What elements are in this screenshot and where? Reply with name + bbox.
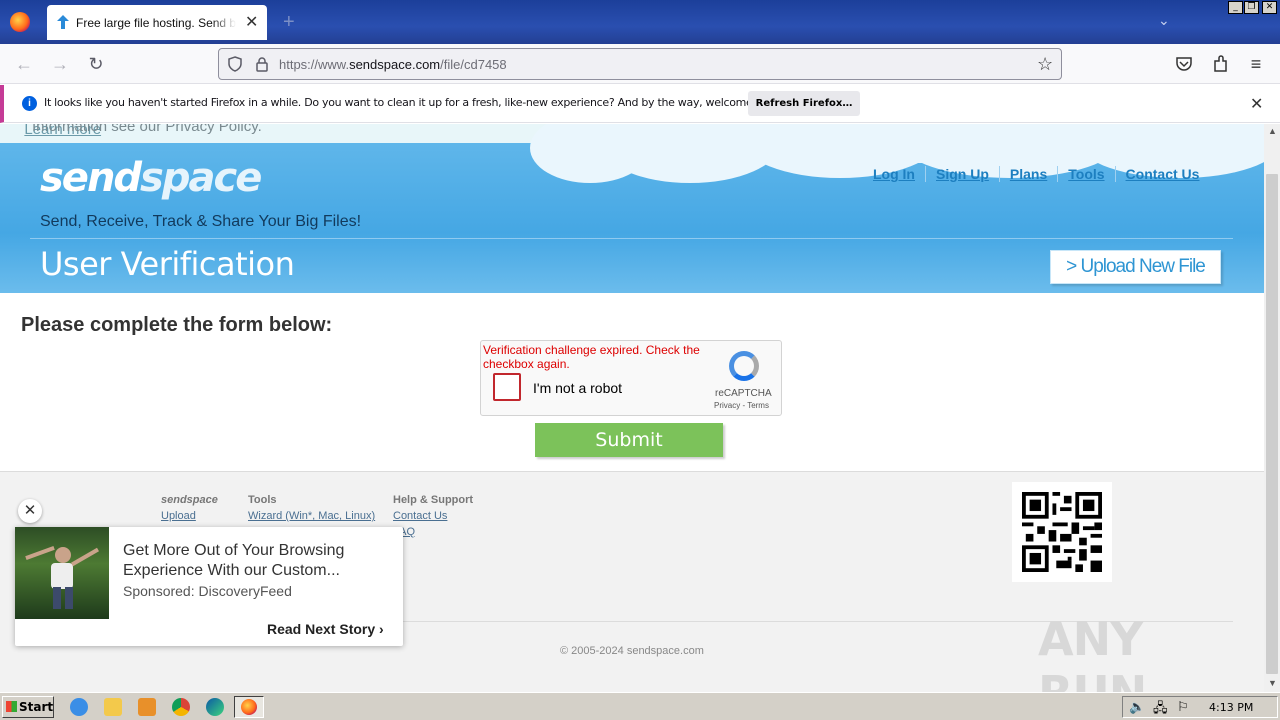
recaptcha-privacy-terms-link[interactable]: Privacy - Terms (714, 401, 769, 410)
recaptcha-brand: reCAPTCHA (715, 388, 772, 399)
cloud-decoration (560, 124, 1260, 163)
firefox-icon (241, 699, 257, 715)
ad-close-icon[interactable]: ✕ (18, 499, 42, 523)
chrome-icon[interactable] (172, 698, 190, 716)
submit-button[interactable]: Submit (535, 423, 723, 457)
footer-heading: Help & Support (393, 494, 474, 506)
recaptcha-logo-icon (729, 351, 759, 381)
ad-person-arm (71, 547, 99, 567)
copyright: © 2005-2024 sendspace.com (560, 645, 704, 657)
upload-arrow-icon (57, 15, 69, 29)
captcha-label: I'm not a robot (533, 380, 623, 396)
close-window-icon[interactable]: ✕ (1262, 1, 1277, 14)
tools-link[interactable]: Tools (1068, 166, 1116, 182)
tab-active[interactable]: Free large file hosting. Send big file ✕ (47, 5, 267, 40)
refresh-firefox-button[interactable]: Refresh Firefox… (748, 91, 860, 116)
extensions-icon[interactable] (1212, 55, 1230, 73)
ad-image (15, 527, 109, 619)
footer-wizard-link[interactable]: Wizard (Win*, Mac, Linux) (248, 509, 375, 523)
page-title: User Verification (40, 245, 295, 283)
info-icon: i (22, 96, 37, 111)
volume-icon[interactable]: 🔈 (1129, 699, 1145, 715)
footer-col-help: Help & Support Contact Us FAQ (393, 494, 473, 541)
pocket-icon[interactable] (1175, 56, 1193, 72)
system-tray: 🔈 🖧 ⚐ 4:13 PM (1122, 696, 1278, 718)
anyrun-watermark: ANY RUN (1038, 612, 1147, 692)
footer-heading: Tools (248, 494, 277, 506)
minimize-window-icon[interactable]: _ (1228, 1, 1243, 14)
scrollbar-thumb[interactable] (1266, 174, 1278, 674)
tab-title: Free large file hosting. Send big file (76, 16, 236, 30)
footer-col-sendspace: sendspace Upload (161, 494, 218, 525)
reload-icon[interactable]: ↻ (86, 54, 106, 74)
form-heading: Please complete the form below: (21, 314, 333, 336)
login-link[interactable]: Log In (873, 166, 926, 182)
recaptcha-widget: Verification challenge expired. Check th… (480, 340, 782, 416)
notification-bar: i It looks like you haven't started Fire… (0, 85, 1280, 123)
bookmark-star-icon[interactable]: ☆ (1037, 54, 1053, 75)
signup-link[interactable]: Sign Up (936, 166, 1000, 182)
list-all-tabs-icon[interactable]: ⌄ (1158, 12, 1170, 29)
browser-tab-bar: Free large file hosting. Send big file ✕… (0, 0, 1280, 44)
qr-code-icon (1022, 492, 1102, 572)
qr-code (1012, 482, 1112, 582)
ad-title[interactable]: Get More Out of Your Browsing Experience… (123, 541, 383, 581)
app-menu-icon[interactable]: ≡ (1246, 54, 1266, 74)
action-center-flag-icon[interactable]: ⚐ (1177, 699, 1189, 715)
cookie-text: Information see our Privacy Policy. (32, 124, 262, 135)
network-icon[interactable]: 🖧 (1153, 699, 1168, 720)
ad-sponsor: Sponsored: DiscoveryFeed (123, 583, 292, 599)
ad-person-leg (65, 587, 73, 609)
tagline: Send, Receive, Track & Share Your Big Fi… (40, 213, 362, 230)
read-next-story-link[interactable]: Read Next Story › (267, 621, 384, 637)
url-text: https://www.sendspace.com/file/cd7458 (279, 57, 507, 72)
restore-window-icon[interactable]: ❐ (1244, 1, 1259, 14)
footer-faq-link[interactable]: FAQ (393, 525, 473, 539)
page-scrollbar[interactable]: ▲ ▼ (1264, 124, 1280, 692)
back-icon[interactable]: ← (14, 54, 34, 74)
footer-heading: sendspace (161, 494, 218, 506)
firefox-menu-icon[interactable] (10, 12, 30, 32)
windows-logo-icon (6, 701, 17, 712)
internet-explorer-icon[interactable] (70, 698, 88, 716)
divider (30, 238, 1233, 239)
captcha-error: Verification challenge expired. Check th… (483, 343, 700, 371)
notification-message: It looks like you haven't started Firefo… (44, 96, 785, 109)
windows-taskbar: Start 🔈 🖧 ⚐ 4:13 PM (0, 692, 1280, 720)
ad-person-leg (53, 587, 61, 609)
edge-icon[interactable] (206, 698, 224, 716)
media-player-icon[interactable] (138, 698, 156, 716)
plans-link[interactable]: Plans (1009, 166, 1059, 182)
header-banner: sendspace Send, Receive, Track & Share Y… (0, 124, 1264, 293)
captcha-checkbox[interactable] (493, 373, 521, 401)
tab-close-icon[interactable]: ✕ (245, 12, 258, 32)
footer-upload-link[interactable]: Upload (161, 509, 218, 523)
navigation-toolbar: ← → ↻ https://www.sendspace.com/file/cd7… (0, 44, 1280, 84)
footer-col-tools: Tools Wizard (Win*, Mac, Linux) (248, 494, 375, 525)
clock[interactable]: 4:13 PM (1209, 701, 1253, 714)
start-button[interactable]: Start (2, 696, 54, 718)
page-content: Information see our Privacy Policy. Lear… (0, 124, 1264, 692)
tracking-shield-icon[interactable] (227, 56, 243, 72)
contact-us-link[interactable]: Contact Us (1126, 166, 1210, 182)
sendspace-logo[interactable]: sendspace (40, 155, 262, 201)
scroll-down-icon[interactable]: ▼ (1268, 678, 1277, 688)
taskbar-firefox-active[interactable] (234, 696, 264, 718)
scroll-up-icon[interactable]: ▲ (1268, 126, 1277, 136)
file-explorer-icon[interactable] (104, 698, 122, 716)
footer-contact-link[interactable]: Contact Us (393, 509, 473, 523)
url-bar[interactable]: https://www.sendspace.com/file/cd7458 ☆ (218, 48, 1062, 80)
forward-icon[interactable]: → (50, 54, 70, 74)
upload-new-file-button[interactable]: > Upload New File (1050, 250, 1221, 284)
new-tab-icon[interactable]: + (283, 12, 295, 32)
sponsored-ad-popup[interactable]: Get More Out of Your Browsing Experience… (15, 527, 403, 646)
top-nav: Log In Sign Up Plans Tools Contact Us (873, 166, 1219, 182)
lock-icon[interactable] (255, 56, 269, 72)
ad-person-body (51, 563, 73, 589)
close-icon[interactable]: ✕ (1250, 94, 1263, 114)
ad-person-head (55, 547, 71, 563)
ad-person-arm (25, 545, 55, 561)
